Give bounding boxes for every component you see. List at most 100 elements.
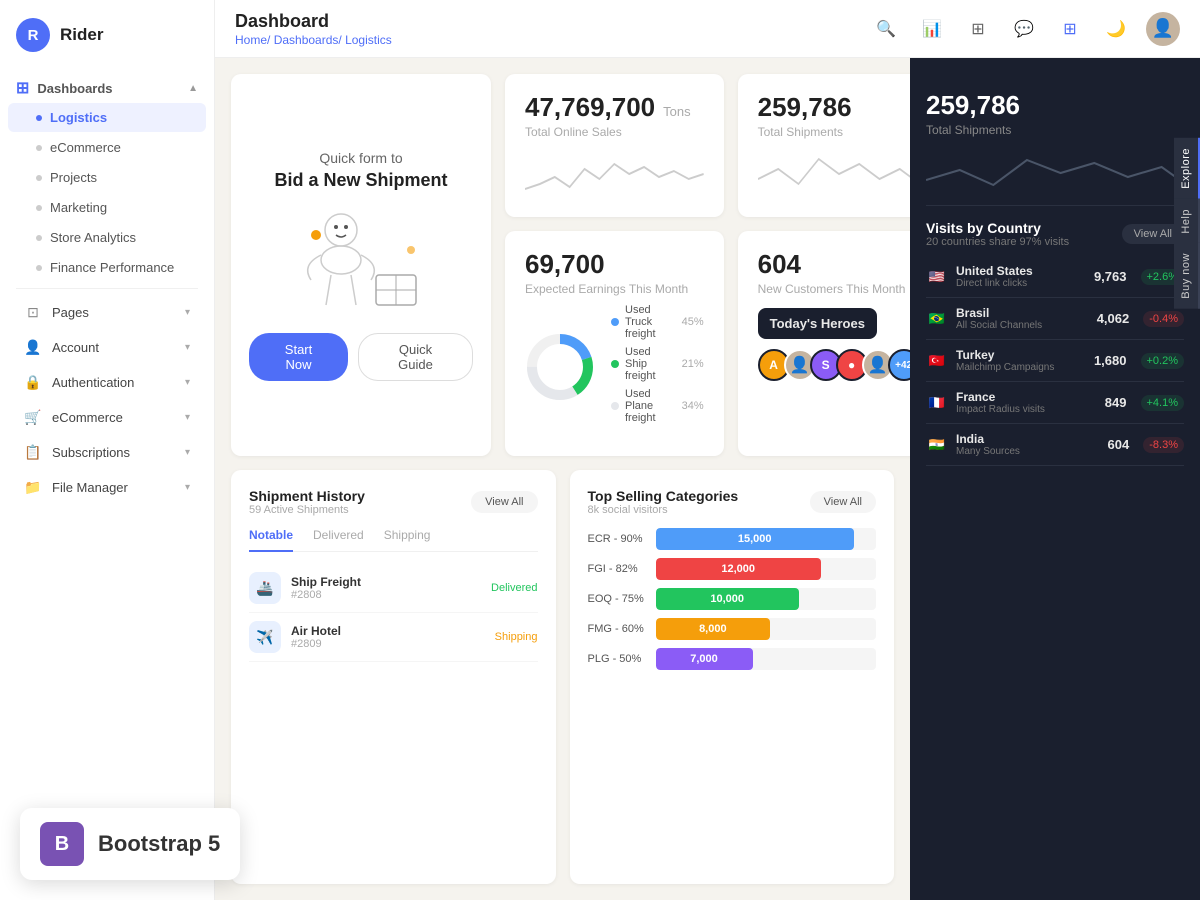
sidebar-pages[interactable]: ⊡ Pages ▾ [8, 295, 206, 329]
sidebar: R Rider ⊞ Dashboards ▲ Logistics eCommer… [0, 0, 215, 900]
quick-guide-button[interactable]: Quick Guide [358, 333, 473, 381]
country-name: United States [956, 264, 1086, 278]
active-dot [36, 115, 42, 121]
divider [16, 288, 198, 289]
country-visits: 1,680 [1094, 353, 1127, 368]
inactive-dot [36, 235, 42, 241]
inactive-dot [36, 145, 42, 151]
dashboards-section[interactable]: ⊞ Dashboards ▲ [0, 70, 214, 102]
tab-notable[interactable]: Notable [249, 528, 293, 552]
sidebar-item-finance[interactable]: Finance Performance [8, 253, 206, 282]
shipment-view-all-button[interactable]: View All [471, 491, 537, 513]
country-change: -8.3% [1143, 437, 1184, 453]
filemanager-chevron: ▾ [185, 482, 190, 493]
country-name: India [956, 432, 1100, 446]
category-label: ECR - 90% [588, 533, 648, 545]
country-visits: 604 [1108, 437, 1130, 452]
tab-delivered[interactable]: Delivered [313, 528, 364, 551]
sidebar-account[interactable]: 👤 Account ▾ [8, 330, 206, 364]
bootstrap-label: Bootstrap 5 [98, 831, 220, 857]
country-flag: 🇺🇸 [926, 269, 948, 285]
main-content: Dashboard Home/ Dashboards/ Logistics 🔍 … [215, 0, 1200, 900]
country-source: Many Sources [956, 446, 1100, 457]
shipment-status: Shipping [495, 631, 538, 643]
country-change: -0.4% [1143, 311, 1184, 327]
shipment-history-info: Shipment History 59 Active Shipments [249, 488, 365, 516]
shipment-status: Delivered [491, 582, 537, 594]
country-flag: 🇮🇳 [926, 437, 948, 453]
customers-label: New Customers This Month [758, 282, 910, 296]
explore-tab[interactable]: Explore [1174, 138, 1200, 199]
header: Dashboard Home/ Dashboards/ Logistics 🔍 … [215, 0, 1200, 58]
sidebar-filemanager[interactable]: 📁 File Manager ▾ [8, 470, 206, 504]
country-flag: 🇹🇷 [926, 353, 948, 369]
country-info: United States Direct link clicks [956, 264, 1086, 289]
bootstrap-watermark: B Bootstrap 5 [20, 808, 240, 880]
hero-illustration [281, 205, 441, 315]
country-flag: 🇫🇷 [926, 395, 948, 411]
tab-shipping[interactable]: Shipping [384, 528, 431, 551]
subscriptions-label: Subscriptions [52, 445, 175, 460]
list-item: FMG - 60% 8,000 [588, 618, 877, 640]
start-now-button[interactable]: Start Now [249, 333, 348, 381]
buy-now-tab[interactable]: Buy now [1174, 243, 1200, 309]
header-right: 🔍 📊 ⊞ 💬 ⊞ 🌙 👤 [870, 12, 1180, 46]
sidebar-authentication[interactable]: 🔒 Authentication ▾ [8, 365, 206, 399]
sidebar-item-label: Marketing [50, 200, 107, 215]
country-change: +4.1% [1141, 395, 1185, 411]
side-tabs: Explore Help Buy now [1174, 138, 1200, 309]
sidebar-item-logistics[interactable]: Logistics [8, 103, 206, 132]
sidebar-item-marketing[interactable]: Marketing [8, 193, 206, 222]
shipment-tabs: Notable Delivered Shipping [249, 528, 538, 552]
app-switcher-icon[interactable]: ⊞ [1054, 13, 1086, 45]
country-info: Turkey Mailchimp Campaigns [956, 348, 1086, 373]
list-item: 🇹🇷 Turkey Mailchimp Campaigns 1,680 +0.2… [926, 340, 1184, 382]
total-shipments-label: Total Shipments [758, 125, 910, 139]
list-item: EOQ - 75% 10,000 [588, 588, 877, 610]
sidebar-item-projects[interactable]: Projects [8, 163, 206, 192]
table-row: ✈️ Air Hotel #2809 Shipping [249, 613, 538, 662]
sidebar-ecommerce-parent[interactable]: 🛒 eCommerce ▾ [8, 400, 206, 434]
inactive-dot [36, 205, 42, 211]
categories-list: ECR - 90% 15,000 FGI - 82% 12,000 EOQ - … [588, 528, 877, 670]
categories-info: Top Selling Categories 8k social visitor… [588, 488, 739, 516]
ship-dot [611, 360, 619, 368]
help-tab[interactable]: Help [1174, 199, 1200, 244]
breadcrumb-dashboards[interactable]: Dashboards/ [274, 33, 342, 47]
country-change: +0.2% [1141, 353, 1185, 369]
top-row: Quick form to Bid a New Shipment [231, 74, 894, 456]
sidebar-subscriptions[interactable]: 📋 Subscriptions ▾ [8, 435, 206, 469]
sidebar-item-store-analytics[interactable]: Store Analytics [8, 223, 206, 252]
visits-section: Visits by Country 20 countries share 97%… [926, 220, 1184, 466]
message-icon[interactable]: 💬 [1008, 13, 1040, 45]
heroes-avatars: A 👤 S ● 👤 +42 [758, 349, 910, 381]
category-label: FGI - 82% [588, 563, 648, 575]
user-avatar[interactable]: 👤 [1146, 12, 1180, 46]
logo-icon: R [16, 18, 50, 52]
breadcrumb-home[interactable]: Home/ [235, 33, 270, 47]
shipment-icon: 🚢 [249, 572, 281, 604]
shipment-name: Air Hotel [291, 624, 485, 638]
sales-chart [525, 149, 704, 199]
plane-label: Used Plane freight [625, 388, 656, 424]
auth-chevron: ▾ [185, 377, 190, 388]
categories-view-all-button[interactable]: View All [810, 491, 876, 513]
dark-shipments-section: 259,786 Total Shipments [926, 74, 1184, 205]
categories-title: Top Selling Categories [588, 488, 739, 504]
search-icon[interactable]: 🔍 [870, 13, 902, 45]
total-sales-label: Total Online Sales [525, 125, 704, 139]
country-visits: 9,763 [1094, 269, 1127, 284]
chart-icon[interactable]: 📊 [916, 13, 948, 45]
country-visits: 4,062 [1097, 311, 1130, 326]
list-item: 🇫🇷 France Impact Radius visits 849 +4.1% [926, 382, 1184, 424]
right-panel: 259,786 Total Shipments Visits by Countr… [910, 58, 1200, 900]
pages-chevron: ▾ [185, 307, 190, 318]
category-label: PLG - 50% [588, 653, 648, 665]
grid-icon[interactable]: ⊞ [962, 13, 994, 45]
total-sales-unit: Tons [663, 104, 690, 119]
ecommerce-label: eCommerce [52, 410, 175, 425]
sidebar-item-ecommerce[interactable]: eCommerce [8, 133, 206, 162]
category-bar: 12,000 [656, 558, 821, 580]
dark-mode-icon[interactable]: 🌙 [1100, 13, 1132, 45]
app-logo[interactable]: R Rider [0, 0, 214, 70]
